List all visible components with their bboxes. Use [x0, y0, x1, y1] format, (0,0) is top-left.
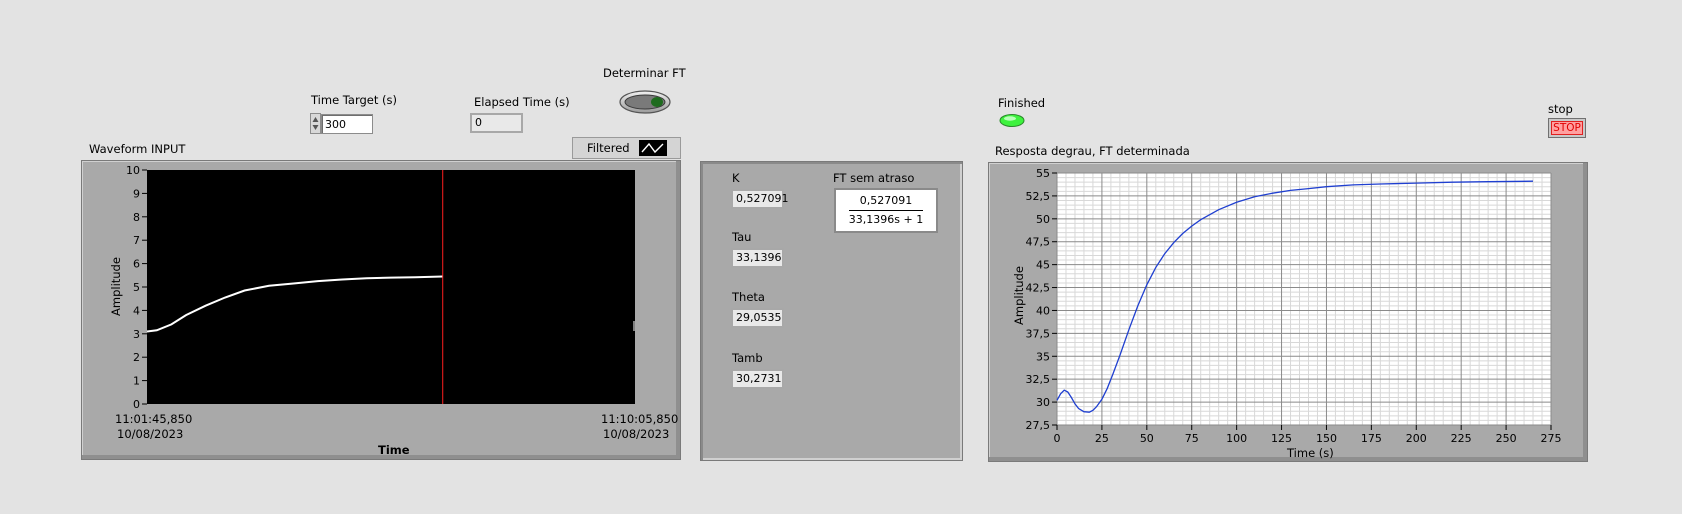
elapsed-time-indicator: 0	[470, 113, 523, 133]
y-tick-label: 40	[1036, 304, 1050, 317]
y-tick-label: 8	[133, 211, 140, 224]
determinar-ft-button[interactable]	[619, 90, 672, 114]
x-tick-label: 100	[1226, 432, 1247, 445]
step-plot-area	[1057, 173, 1551, 425]
tau-label: Tau	[732, 230, 752, 244]
determinar-ft-label: Determinar FT	[603, 66, 686, 80]
step-xlabel: Time (s)	[1287, 446, 1334, 460]
led-indicator-icon	[999, 114, 1025, 127]
x-tick-label: 225	[1451, 432, 1472, 445]
legend-line-icon	[639, 140, 667, 156]
y-tick-label: 10	[126, 164, 140, 177]
k-indicator: 0,527091	[731, 189, 789, 209]
theta-label: Theta	[732, 290, 765, 304]
y-tick-label: 37,5	[1026, 327, 1051, 340]
x-tick-label: 200	[1406, 432, 1427, 445]
tau-indicator: 33,1396	[731, 248, 784, 268]
y-tick-label: 27,5	[1026, 419, 1051, 432]
x-tick-label: 250	[1496, 432, 1517, 445]
x-tick-label: 125	[1271, 432, 1292, 445]
y-tick-label: 55	[1036, 167, 1050, 180]
x-tick-label: 175	[1361, 432, 1382, 445]
x-end-date: 10/08/2023	[603, 427, 670, 441]
y-tick-label: 35	[1036, 350, 1050, 363]
x-tick-label: 150	[1316, 432, 1337, 445]
time-target-label: Time Target (s)	[311, 93, 397, 107]
tamb-indicator: 30,2731	[731, 369, 784, 389]
x-start-date: 10/08/2023	[117, 427, 184, 441]
y-tick-label: 6	[133, 258, 140, 271]
step-ylabel: Amplitude	[1012, 266, 1026, 325]
y-tick-label: 45	[1036, 259, 1050, 272]
x-tick-label: 25	[1095, 432, 1109, 445]
finished-led	[999, 114, 1025, 127]
stop-label: stop	[1548, 102, 1573, 116]
finished-label: Finished	[998, 96, 1046, 110]
y-tick-label: 4	[133, 304, 140, 317]
y-tick-label: 5	[133, 281, 140, 294]
time-target-stepper[interactable]	[310, 113, 321, 134]
y-tick-label: 9	[133, 187, 140, 200]
step-response-title: Resposta degrau, FT determinada	[995, 144, 1190, 158]
ft-fraction-line	[849, 210, 923, 211]
results-panel: K 0,527091 Tau 33,1396 Theta 29,0535 Tam…	[700, 161, 963, 461]
time-target-input[interactable]: 300	[321, 114, 373, 134]
ft-label: FT sem atraso	[833, 171, 915, 185]
y-tick-label: 50	[1036, 213, 1050, 226]
y-tick-label: 47,5	[1026, 236, 1051, 249]
y-tick-label: 2	[133, 351, 140, 364]
x-start-time: 11:01:45,850	[115, 412, 193, 426]
x-tick-label: 275	[1541, 432, 1562, 445]
y-tick-label: 1	[133, 375, 140, 388]
y-tick-label: 32,5	[1026, 373, 1051, 386]
ft-denominator: 33,1396s + 1	[848, 213, 924, 226]
transfer-function-display: 0,527091 33,1396s + 1	[834, 188, 938, 233]
plot-legend[interactable]: Filtered	[572, 137, 681, 159]
legend-label-filtered: Filtered	[587, 141, 630, 155]
y-tick-label: 42,5	[1026, 282, 1051, 295]
waveform-input-graph: 0 1 2 3 4 5 6 7 8 9 10 Amplitude 11:01:45,850 10/0…	[81, 160, 681, 460]
waveform-xlabel: Time	[378, 443, 410, 457]
y-tick-label: 0	[133, 398, 140, 411]
theta-indicator: 29,0535	[731, 308, 784, 328]
stop-button-label: STOP	[1551, 121, 1583, 135]
stepper-arrows-icon	[312, 117, 319, 130]
y-tick-label: 52,5	[1026, 190, 1051, 203]
x-tick-label: 75	[1185, 432, 1199, 445]
waveform-input-title: Waveform INPUT	[89, 142, 186, 156]
y-tick-label: 3	[133, 328, 140, 341]
y-tick-label: 30	[1036, 396, 1050, 409]
k-label: K	[732, 171, 740, 185]
y-tick-label: 7	[133, 234, 140, 247]
waveform-ylabel: Amplitude	[109, 257, 123, 316]
x-tick-label: 0	[1054, 432, 1061, 445]
waveform-plot-area	[147, 170, 635, 404]
stop-button[interactable]: STOP	[1548, 118, 1586, 138]
ft-numerator: 0,527091	[859, 194, 913, 207]
toggle-switch-icon	[619, 90, 671, 114]
x-tick-label: 50	[1140, 432, 1154, 445]
step-response-graph: 27,5 30 32,5 35 37,5 40 42,5 45 47,5 50 52,5 55 0 25…	[988, 162, 1588, 462]
x-end-time: 11:10:05,850	[601, 412, 679, 426]
tamb-label: Tamb	[732, 351, 763, 365]
elapsed-time-label: Elapsed Time (s)	[474, 95, 570, 109]
